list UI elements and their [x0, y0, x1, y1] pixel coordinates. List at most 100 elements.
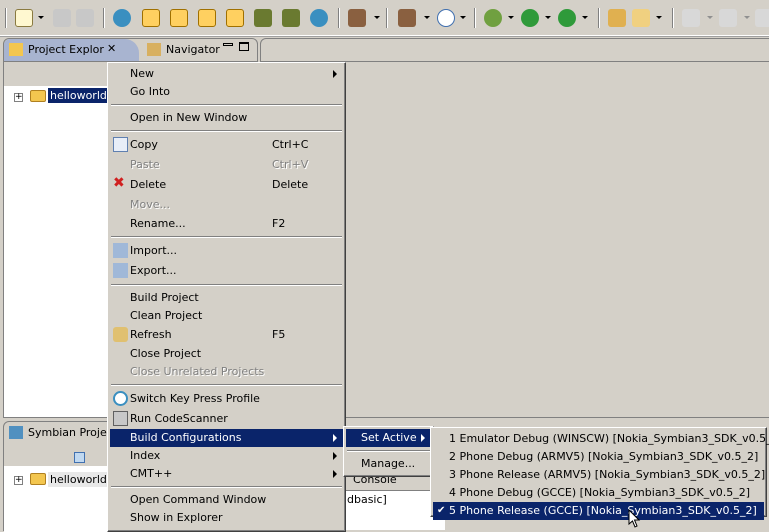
menu-label: Switch Key Press Profile [130, 392, 260, 405]
run-external-icon[interactable] [558, 9, 576, 27]
search-icon[interactable] [142, 9, 160, 27]
shortcut: F5 [272, 328, 286, 341]
menu-label: Refresh [130, 328, 172, 341]
back-icon [755, 9, 769, 27]
menu-item-build-configurations[interactable]: Build Configurations [110, 429, 343, 447]
sdk-icon[interactable] [437, 9, 455, 27]
symbian-project-icon [9, 426, 23, 439]
dropdown-arrow-icon[interactable] [424, 16, 430, 19]
menu-label: Move... [130, 198, 170, 211]
open-type-icon[interactable] [608, 9, 626, 27]
dropdown-arrow-icon[interactable] [582, 16, 588, 19]
check-icon[interactable] [310, 9, 328, 27]
close-icon[interactable]: ✕ [107, 42, 116, 55]
dropdown-arrow-icon[interactable] [508, 16, 514, 19]
symbian-icon[interactable] [226, 9, 244, 27]
context-menu: New Go Into Open in New Window Copy Ctrl+… [107, 62, 346, 532]
menu-separator [346, 447, 431, 455]
menu-item-set-active[interactable]: Set Active [346, 429, 431, 447]
delete-icon: ✖ [113, 175, 125, 191]
menu-item-move: Move... [110, 195, 343, 215]
menu-item-go-into[interactable]: Go Into [110, 83, 343, 101]
menu-item-manage[interactable]: Manage... [346, 455, 431, 473]
menu-item-close-project[interactable]: Close Project [110, 345, 343, 363]
expand-icon[interactable]: + [14, 476, 23, 485]
menu-label: Rename... [130, 217, 186, 230]
menu-label: Go Into [130, 85, 171, 98]
build-all-icon[interactable] [398, 9, 416, 27]
menu-item-show-in-explorer[interactable]: Show in Explorer [110, 509, 343, 527]
menu-label: 2 Phone Debug (ARMV5) [Nokia_Symbian3_SD… [449, 450, 759, 463]
export-icon[interactable] [282, 9, 300, 27]
submenu-arrow-icon [333, 70, 337, 78]
menu-item-copy[interactable]: Copy Ctrl+C [110, 135, 343, 155]
shortcut: Ctrl+V [272, 158, 309, 171]
export-icon [113, 263, 128, 278]
config-item-4[interactable]: 4 Phone Debug (GCCE) [Nokia_Symbian3_SDK… [433, 484, 764, 502]
next-annotation-icon [682, 9, 700, 27]
main-toolbar [0, 0, 769, 36]
menu-label: 4 Phone Debug (GCCE) [Nokia_Symbian3_SDK… [449, 486, 750, 499]
config-item-2[interactable]: 2 Phone Debug (ARMV5) [Nokia_Symbian3_SD… [433, 448, 764, 466]
shortcut: Ctrl+C [272, 138, 309, 151]
project-explorer-icon [9, 43, 23, 56]
menu-item-clean-project[interactable]: Clean Project [110, 307, 343, 325]
dropdown-arrow-icon[interactable] [374, 16, 380, 19]
menu-label: Close Project [130, 347, 202, 360]
config-item-1[interactable]: 1 Emulator Debug (WINSCW) [Nokia_Symbian… [433, 430, 769, 448]
menu-label: 3 Phone Release (ARMV5) [Nokia_Symbian3_… [449, 468, 766, 481]
dropdown-arrow-icon[interactable] [545, 16, 551, 19]
menu-item-open-command-window[interactable]: Open Command Window [110, 491, 343, 509]
tab-navigator[interactable]: Navigator [142, 39, 226, 61]
menu-item-import[interactable]: Import... [110, 241, 343, 261]
menu-label: Close Unrelated Projects [130, 365, 265, 378]
menu-label: Set Active [361, 431, 417, 444]
menu-separator [110, 381, 343, 389]
menu-item-export[interactable]: Export... [110, 261, 343, 281]
maximize-icon[interactable] [239, 42, 249, 51]
tasks-icon[interactable] [170, 9, 188, 27]
dropdown-arrow-icon[interactable] [460, 16, 466, 19]
submenu-arrow-icon [333, 434, 337, 442]
menu-label: Copy [130, 138, 158, 151]
build-icon[interactable] [348, 9, 366, 27]
refresh-icon [113, 327, 128, 342]
import-icon[interactable] [254, 9, 272, 27]
marker-icon[interactable] [632, 9, 650, 27]
key-profile-icon [113, 391, 128, 406]
menu-item-switch-key-press-profile[interactable]: Switch Key Press Profile [110, 389, 343, 409]
run-icon[interactable] [521, 9, 539, 27]
navigator-icon [147, 43, 161, 56]
expand-icon[interactable]: + [14, 93, 23, 102]
menu-item-build-project[interactable]: Build Project [110, 289, 343, 307]
dropdown-arrow-icon[interactable] [656, 16, 662, 19]
menu-separator [110, 101, 343, 109]
copy-icon [113, 137, 128, 152]
collapse-all-icon[interactable] [74, 452, 85, 463]
toolbar-separator [386, 8, 388, 28]
tab-label: Project Explor [28, 43, 104, 56]
tab-label: Symbian Project [28, 426, 118, 439]
minimize-icon[interactable] [223, 43, 233, 46]
dropdown-arrow-icon[interactable] [38, 16, 44, 19]
menu-item-rename[interactable]: Rename... F2 [110, 215, 343, 233]
menu-item-open-in-new-window[interactable]: Open in New Window [110, 109, 343, 127]
submenu-arrow-icon [421, 434, 425, 442]
menu-item-index[interactable]: Index [110, 447, 343, 465]
config-item-5[interactable]: ✔ 5 Phone Release (GCCE) [Nokia_Symbian3_… [433, 502, 764, 520]
menu-label: Build Project [130, 291, 199, 304]
menu-item-cmt[interactable]: CMT++ [110, 465, 343, 483]
menu-item-run-codescanner[interactable]: Run CodeScanner [110, 409, 343, 429]
toolbar-separator [474, 8, 476, 28]
menu-item-refresh[interactable]: Refresh F5 [110, 325, 343, 345]
menu-item-delete[interactable]: ✖ Delete Delete [110, 175, 343, 195]
menu-item-new[interactable]: New [110, 65, 343, 83]
new-wizard-icon[interactable] [15, 9, 33, 27]
debug-icon[interactable] [484, 9, 502, 27]
menu-item-close-unrelated-projects: Close Unrelated Projects [110, 363, 343, 381]
menu-label: Open Command Window [130, 493, 267, 506]
config-item-3[interactable]: 3 Phone Release (ARMV5) [Nokia_Symbian3_… [433, 466, 766, 484]
validate-icon[interactable] [113, 9, 131, 27]
tab-project-explorer[interactable]: Project Explor ✕ [4, 39, 139, 61]
checklist-icon[interactable] [198, 9, 216, 27]
